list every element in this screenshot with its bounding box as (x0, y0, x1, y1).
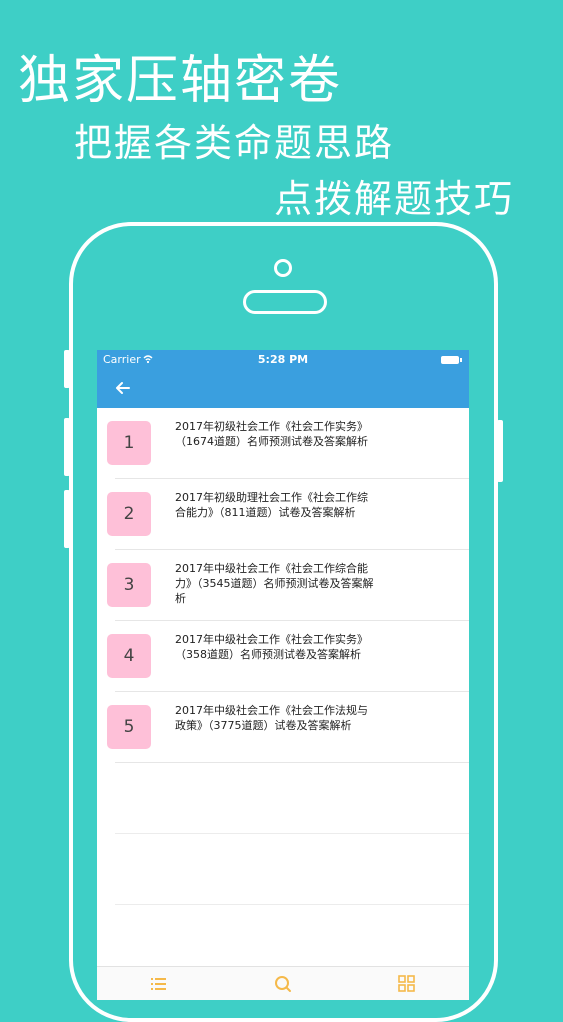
list-item[interactable]: 3 2017年中级社会工作《社会工作综合能力》（3545道题）名师预测试卷及答案… (97, 550, 469, 621)
item-number-badge: 5 (107, 705, 151, 749)
list-item[interactable]: 5 2017年中级社会工作《社会工作法规与政策》（3775道题）试卷及答案解析 (97, 692, 469, 763)
status-bar: Carrier 5:28 PM (97, 350, 469, 370)
item-number-badge: 1 (107, 421, 151, 465)
promo-headline: 独家压轴密卷 (18, 51, 343, 111)
empty-row (97, 763, 469, 834)
phone-camera (274, 259, 292, 277)
promo-tagline: 点拨解题技巧 (274, 177, 515, 221)
phone-speaker (243, 290, 327, 314)
list-item[interactable]: 1 2017年初级社会工作《社会工作实务》（1674道题）名师预测试卷及答案解析 (97, 408, 469, 479)
promo-subheadline: 把握各类命题思路 (74, 121, 395, 165)
item-title: 2017年中级社会工作《社会工作实务》（358道题）名师预测试卷及答案解析 (175, 633, 368, 661)
item-title: 2017年初级社会工作《社会工作实务》（1674道题）名师预测试卷及答案解析 (175, 420, 368, 448)
app-screen: Carrier 5:28 PM 1 2017年初级社会工作《社会工作实务》（16… (97, 350, 469, 1000)
grid-icon[interactable] (397, 975, 417, 993)
empty-row (97, 834, 469, 905)
item-number-badge: 2 (107, 492, 151, 536)
tab-bar (97, 966, 469, 1000)
arrow-left-icon[interactable] (113, 378, 133, 398)
phone-mute-switch (64, 350, 70, 388)
item-title: 2017年中级社会工作《社会工作综合能力》（3545道题）名师预测试卷及答案解析 (175, 562, 374, 605)
list-icon[interactable] (149, 975, 169, 993)
phone-power-button (497, 420, 503, 482)
status-time: 5:28 PM (257, 353, 309, 366)
list-item[interactable]: 4 2017年中级社会工作《社会工作实务》（358道题）名师预测试卷及答案解析 (97, 621, 469, 692)
item-number-badge: 3 (107, 563, 151, 607)
search-icon[interactable] (273, 975, 293, 993)
item-title: 2017年初级助理社会工作《社会工作综合能力》（811道题）试卷及答案解析 (175, 491, 368, 519)
phone-volume-down (64, 490, 70, 548)
item-title: 2017年中级社会工作《社会工作法规与政策》（3775道题）试卷及答案解析 (175, 704, 368, 732)
list-item[interactable]: 2 2017年初级助理社会工作《社会工作综合能力》（811道题）试卷及答案解析 (97, 479, 469, 550)
nav-bar (97, 370, 469, 408)
battery-icon (441, 356, 462, 364)
item-number-badge: 4 (107, 634, 151, 678)
exam-list: 1 2017年初级社会工作《社会工作实务》（1674道题）名师预测试卷及答案解析… (97, 408, 469, 905)
phone-volume-up (64, 418, 70, 476)
